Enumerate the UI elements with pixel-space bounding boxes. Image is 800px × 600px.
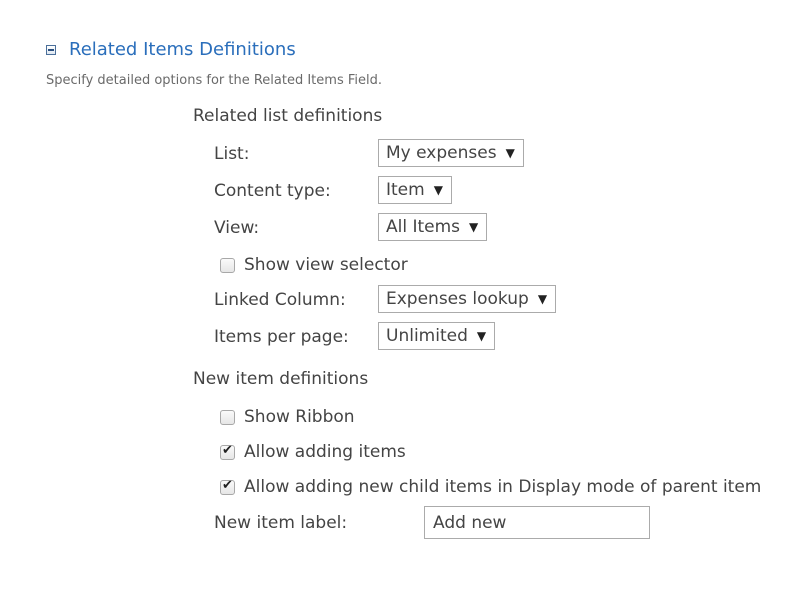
linked-column-select[interactable]: Expenses lookup ▼ (378, 285, 557, 313)
view-select-value: All Items (386, 217, 461, 237)
allow-adding-row: Allow adding items (220, 440, 406, 464)
section-header[interactable]: Related Items Definitions (46, 38, 296, 62)
linked-column-select-value: Expenses lookup (386, 289, 529, 309)
show-view-selector-row: Show view selector (220, 253, 408, 277)
dropdown-arrow-icon: ▼ (505, 146, 515, 160)
section-description: Specify detailed options for the Related… (46, 73, 382, 88)
related-list-heading: Related list definitions (193, 106, 383, 126)
allow-child-label[interactable]: Allow adding new child items in Display … (244, 477, 761, 497)
show-ribbon-row: Show Ribbon (220, 405, 355, 429)
list-label: List: (214, 144, 250, 164)
content-type-label: Content type: (214, 181, 331, 201)
dropdown-arrow-icon: ▼ (476, 329, 487, 343)
items-per-page-select[interactable]: Unlimited ▼ (378, 322, 496, 350)
allow-child-row: Allow adding new child items in Display … (220, 475, 761, 499)
section-title[interactable]: Related Items Definitions (69, 38, 296, 62)
new-item-heading: New item definitions (193, 369, 369, 389)
show-ribbon-checkbox[interactable] (220, 409, 235, 425)
content-type-select[interactable]: Item ▼ (378, 176, 452, 204)
allow-adding-checkbox[interactable] (220, 443, 235, 460)
show-view-selector-checkbox[interactable] (220, 257, 235, 273)
list-select[interactable]: My expenses ▼ (378, 139, 524, 167)
new-item-label-input[interactable] (424, 506, 650, 539)
linked-column-label: Linked Column: (214, 290, 346, 310)
content-type-select-value: Item (386, 180, 425, 200)
view-select[interactable]: All Items ▼ (378, 213, 488, 241)
list-select-value: My expenses (386, 143, 497, 163)
new-item-label-label: New item label: (214, 513, 348, 533)
show-view-selector-label[interactable]: Show view selector (244, 255, 408, 275)
new-item-label-row: New item label: (214, 509, 347, 537)
list-row: List: (214, 140, 249, 168)
allow-child-checkbox[interactable] (220, 478, 235, 495)
items-per-page-label: Items per page: (214, 327, 349, 347)
view-row: View: (214, 214, 259, 242)
dropdown-arrow-icon: ▼ (433, 183, 443, 197)
content-type-row: Content type: (214, 177, 331, 205)
related-items-settings-page: Related Items Definitions Specify detail… (0, 0, 800, 600)
allow-adding-label[interactable]: Allow adding items (244, 442, 406, 462)
dropdown-arrow-icon: ▼ (469, 220, 479, 234)
view-label: View: (214, 218, 260, 238)
dropdown-arrow-icon: ▼ (537, 292, 548, 306)
show-ribbon-label[interactable]: Show Ribbon (244, 407, 355, 427)
items-per-page-select-value: Unlimited (386, 326, 468, 346)
items-per-page-row: Items per page: (214, 323, 349, 351)
linked-column-row: Linked Column: (214, 286, 346, 314)
minus-box-icon[interactable] (46, 45, 56, 55)
